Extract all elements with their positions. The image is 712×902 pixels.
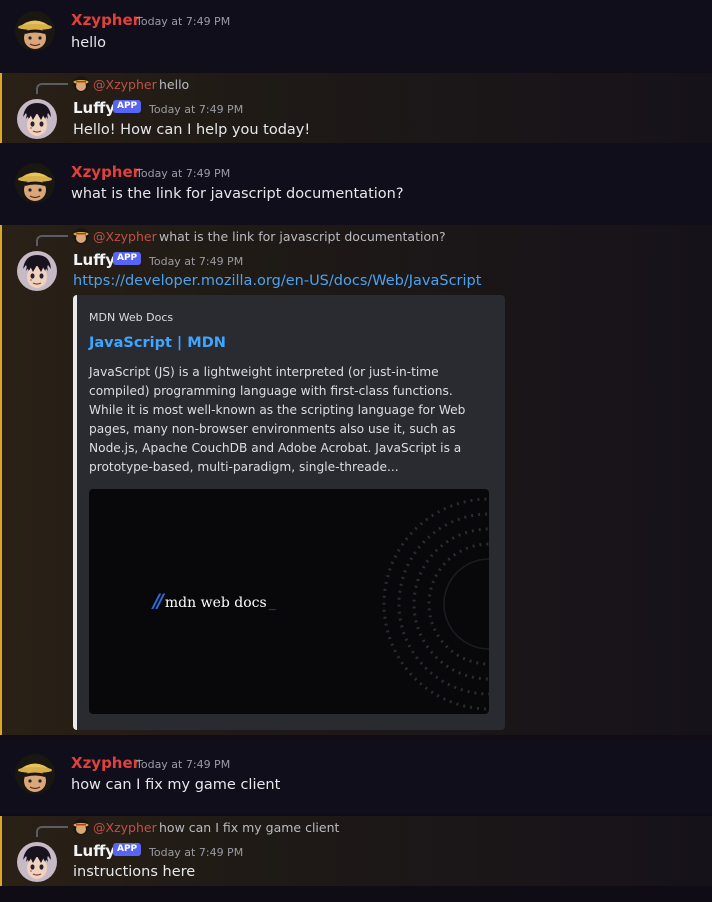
- message-text: instructions here: [73, 864, 196, 880]
- username[interactable]: Xzypher: [71, 163, 140, 181]
- username[interactable]: Luffy: [73, 842, 115, 860]
- message-luffy-1[interactable]: @Xzypher hello Luffy APP Today at 7:49 P…: [0, 73, 712, 143]
- message-text: how can I fix my game client: [71, 777, 281, 793]
- message-text: what is the link for javascript document…: [71, 186, 404, 202]
- app-badge: APP: [113, 843, 142, 856]
- xzypher-avatar[interactable]: [15, 754, 55, 794]
- username[interactable]: Luffy: [73, 251, 115, 269]
- reply-text[interactable]: hello: [159, 77, 189, 92]
- embed-image-decoration: [382, 497, 489, 711]
- cursor-icon: _: [268, 595, 276, 611]
- reply-mention[interactable]: @Xzypher: [93, 229, 157, 244]
- mdn-logo-text: mdn web docs: [164, 595, 267, 611]
- reply-text[interactable]: how can I fix my game client: [159, 820, 339, 835]
- reply-avatar[interactable]: [73, 228, 89, 244]
- timestamp: Today at 7:49 PM: [149, 846, 244, 859]
- message-text: hello: [71, 35, 107, 51]
- app-badge: APP: [113, 100, 142, 113]
- message-luffy-2[interactable]: @Xzypher what is the link for javascript…: [0, 225, 712, 735]
- username[interactable]: Xzypher: [71, 11, 140, 29]
- reply-mention[interactable]: @Xzypher: [93, 820, 157, 835]
- timestamp: Today at 7:49 PM: [136, 15, 231, 28]
- message-xzypher-1[interactable]: Xzypher Today at 7:49 PM hello: [0, 0, 712, 66]
- embed-description: JavaScript (JS) is a lightweight interpr…: [89, 365, 466, 474]
- message-link[interactable]: https://developer.mozilla.org/en-US/docs…: [73, 273, 481, 289]
- timestamp: Today at 7:49 PM: [149, 103, 244, 116]
- reply-connector: [36, 826, 68, 837]
- luffy-avatar[interactable]: [17, 99, 57, 139]
- xzypher-avatar[interactable]: [15, 163, 55, 203]
- embed-provider[interactable]: MDN Web Docs: [89, 311, 173, 324]
- mdn-logo: //mdn web docs _: [153, 590, 276, 612]
- timestamp: Today at 7:49 PM: [149, 255, 244, 268]
- luffy-avatar[interactable]: [17, 251, 57, 291]
- reply-mention[interactable]: @Xzypher: [93, 77, 157, 92]
- mdn-logo-icon: //: [153, 590, 164, 612]
- xzypher-avatar[interactable]: [15, 11, 55, 51]
- luffy-avatar[interactable]: [17, 842, 57, 882]
- timestamp: Today at 7:49 PM: [136, 167, 231, 180]
- reply-connector: [36, 83, 68, 94]
- reply-text[interactable]: what is the link for javascript document…: [159, 229, 446, 244]
- reply-avatar[interactable]: [73, 819, 89, 835]
- username[interactable]: Luffy: [73, 99, 115, 117]
- username[interactable]: Xzypher: [71, 754, 140, 772]
- reply-avatar[interactable]: [73, 76, 89, 92]
- reply-connector: [36, 235, 68, 246]
- message-xzypher-3[interactable]: Xzypher Today at 7:49 PM how can I fix m…: [0, 741, 712, 813]
- embed-title[interactable]: JavaScript | MDN: [89, 335, 226, 351]
- message-luffy-3[interactable]: @Xzypher how can I fix my game client Lu…: [0, 816, 712, 886]
- message-text: Hello! How can I help you today!: [73, 122, 311, 138]
- timestamp: Today at 7:49 PM: [136, 758, 231, 771]
- link-embed: MDN Web Docs JavaScript | MDN JavaScript…: [73, 295, 505, 730]
- app-badge: APP: [113, 252, 142, 265]
- chat-message-list: Xzypher Today at 7:49 PM hello @Xzypher …: [0, 0, 712, 902]
- message-xzypher-2[interactable]: Xzypher Today at 7:49 PM what is the lin…: [0, 150, 712, 222]
- embed-image[interactable]: //mdn web docs _: [89, 489, 489, 714]
